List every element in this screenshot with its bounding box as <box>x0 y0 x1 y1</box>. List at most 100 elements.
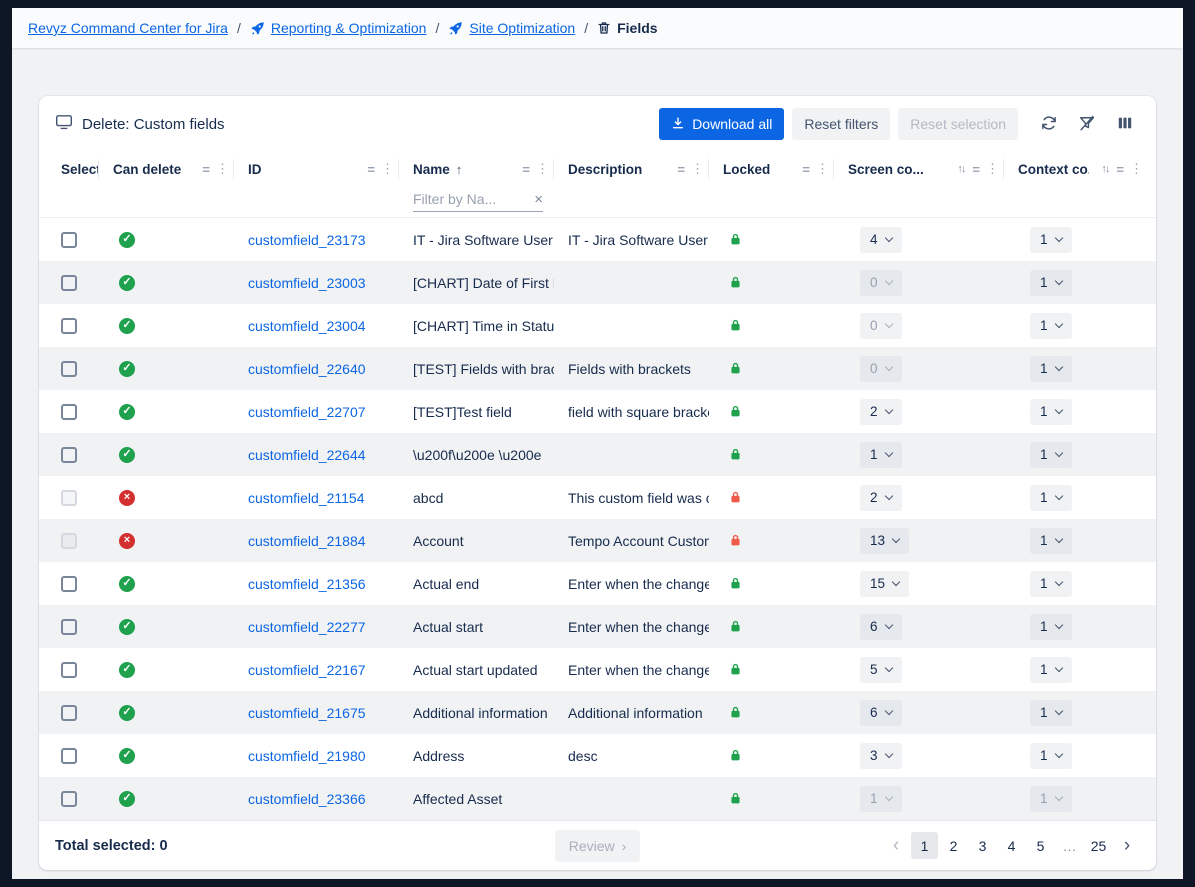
screen-count-select[interactable]: 2 <box>860 485 902 511</box>
context-count-select[interactable]: 1 <box>1030 227 1072 253</box>
field-description: This custom field was creat <box>554 476 709 519</box>
pagination-page-2[interactable]: 2 <box>940 832 967 859</box>
column-menu-icon[interactable]: ⋮ <box>816 161 829 177</box>
screen-count-select[interactable]: 0 <box>860 313 902 339</box>
screen-count-select[interactable]: 0 <box>860 356 902 382</box>
row-checkbox[interactable] <box>61 619 77 635</box>
screen-count-select[interactable]: 4 <box>860 227 902 253</box>
row-checkbox[interactable] <box>61 791 77 807</box>
column-header-description[interactable]: Description = ⋮ <box>554 152 709 186</box>
column-header-locked[interactable]: Locked = ⋮ <box>709 152 834 186</box>
screen-count-select[interactable]: 6 <box>860 614 902 640</box>
breadcrumb-link-home[interactable]: Revyz Command Center for Jira <box>28 20 228 36</box>
breadcrumb-link-site-optimization[interactable]: Site Optimization <box>469 20 575 36</box>
screen-count-select[interactable]: 1 <box>860 442 902 468</box>
filter-lines-icon[interactable]: = <box>972 162 980 177</box>
row-checkbox[interactable] <box>61 662 77 678</box>
customfield-id-link[interactable]: customfield_21980 <box>248 748 366 764</box>
breadcrumb-item-home: Revyz Command Center for Jira <box>28 20 228 36</box>
column-header-name[interactable]: Name ↑ = ⋮ <box>399 152 554 186</box>
customfield-id-link[interactable]: customfield_23003 <box>248 275 366 291</box>
clear-filter-icon[interactable]: × <box>534 192 543 207</box>
row-checkbox[interactable] <box>61 232 77 248</box>
customfield-id-link[interactable]: customfield_21675 <box>248 705 366 721</box>
can-delete-icon: ✓ <box>119 275 135 291</box>
column-menu-icon[interactable]: ⋮ <box>381 161 394 177</box>
download-all-button[interactable]: Download all <box>659 108 784 140</box>
context-count-select[interactable]: 1 <box>1030 657 1072 683</box>
screen-count-select[interactable]: 2 <box>860 399 902 425</box>
table-row: ✓ customfield_21980 Address desc 3 1 <box>39 734 1156 777</box>
reset-filters-button[interactable]: Reset filters <box>792 108 890 140</box>
customfield-id-link[interactable]: customfield_22707 <box>248 404 366 420</box>
screen-count-select[interactable]: 13 <box>860 528 909 554</box>
context-count-select[interactable]: 1 <box>1030 442 1072 468</box>
row-checkbox[interactable] <box>61 748 77 764</box>
filter-lines-icon[interactable]: = <box>677 162 685 177</box>
customfield-id-link[interactable]: customfield_22644 <box>248 447 366 463</box>
lock-icon <box>729 706 742 719</box>
customfield-id-link[interactable]: customfield_21154 <box>248 490 364 506</box>
columns-button[interactable] <box>1110 109 1140 139</box>
context-count-select[interactable]: 1 <box>1030 270 1072 296</box>
column-header-context-count[interactable]: Context co... ↑↓ = ⋮ <box>1004 152 1148 186</box>
filter-lines-icon[interactable]: = <box>1116 162 1124 177</box>
pagination-page-4[interactable]: 4 <box>998 832 1025 859</box>
pagination-next-button[interactable]: › <box>1114 833 1140 859</box>
screen-count-select[interactable]: 5 <box>860 657 902 683</box>
pagination-page-5[interactable]: 5 <box>1027 832 1054 859</box>
row-checkbox[interactable] <box>61 447 77 463</box>
screen-count-select[interactable]: 0 <box>860 270 902 296</box>
context-count-select[interactable]: 1 <box>1030 485 1072 511</box>
column-menu-icon[interactable]: ⋮ <box>691 161 704 177</box>
column-header-can-delete[interactable]: Can delete = ⋮ <box>99 152 234 186</box>
column-header-screen-count[interactable]: Screen co... ↑↓ = ⋮ <box>834 152 1004 186</box>
customfield-id-link[interactable]: customfield_23173 <box>248 232 366 248</box>
screen-count-select[interactable]: 15 <box>860 571 909 597</box>
context-count-select[interactable]: 1 <box>1030 700 1072 726</box>
row-checkbox[interactable] <box>61 705 77 721</box>
row-checkbox[interactable] <box>61 275 77 291</box>
column-menu-icon[interactable]: ⋮ <box>986 161 999 177</box>
screen-count-select[interactable]: 3 <box>860 743 902 769</box>
column-menu-icon[interactable]: ⋮ <box>536 161 549 177</box>
filter-lines-icon[interactable]: = <box>202 162 210 177</box>
pagination-page-3[interactable]: 3 <box>969 832 996 859</box>
pagination-page-25[interactable]: 25 <box>1085 832 1112 859</box>
pagination-page-1[interactable]: 1 <box>911 832 938 859</box>
customfield-id-link[interactable]: customfield_22640 <box>248 361 366 377</box>
screen-count-select[interactable]: 6 <box>860 700 902 726</box>
customfield-id-link[interactable]: customfield_22277 <box>248 619 366 635</box>
context-count-select[interactable]: 1 <box>1030 313 1072 339</box>
filter-lines-icon[interactable]: = <box>367 162 375 177</box>
context-count-select[interactable]: 1 <box>1030 356 1072 382</box>
filter-lines-icon[interactable]: = <box>802 162 810 177</box>
screen-count-select[interactable]: 1 <box>860 786 902 812</box>
clear-filters-button[interactable] <box>1072 109 1102 139</box>
row-checkbox[interactable] <box>61 318 77 334</box>
customfield-id-link[interactable]: customfield_21356 <box>248 576 366 592</box>
customfield-id-link[interactable]: customfield_22167 <box>248 662 366 678</box>
context-count-select[interactable]: 1 <box>1030 743 1072 769</box>
context-count-select[interactable]: 1 <box>1030 528 1072 554</box>
context-count-select[interactable]: 1 <box>1030 614 1072 640</box>
context-count-value: 1 <box>1040 361 1048 376</box>
row-checkbox[interactable] <box>61 361 77 377</box>
customfield-id-link[interactable]: customfield_21884 <box>248 533 366 549</box>
breadcrumb-link-reporting[interactable]: Reporting & Optimization <box>271 20 427 36</box>
context-count-select[interactable]: 1 <box>1030 399 1072 425</box>
column-menu-icon[interactable]: ⋮ <box>216 161 229 177</box>
customfield-id-link[interactable]: customfield_23004 <box>248 318 366 334</box>
context-count-select[interactable]: 1 <box>1030 786 1072 812</box>
row-checkbox[interactable] <box>61 404 77 420</box>
refresh-button[interactable] <box>1034 109 1064 139</box>
screen-count-value: 0 <box>870 361 878 376</box>
filter-lines-icon[interactable]: = <box>522 162 530 177</box>
column-menu-icon[interactable]: ⋮ <box>1130 161 1143 177</box>
name-filter-input[interactable] <box>413 191 528 207</box>
customfield-id-link[interactable]: customfield_23366 <box>248 791 366 807</box>
row-checkbox[interactable] <box>61 576 77 592</box>
column-header-id[interactable]: ID = ⋮ <box>234 152 399 186</box>
context-count-select[interactable]: 1 <box>1030 571 1072 597</box>
chevron-down-icon <box>1054 535 1062 543</box>
